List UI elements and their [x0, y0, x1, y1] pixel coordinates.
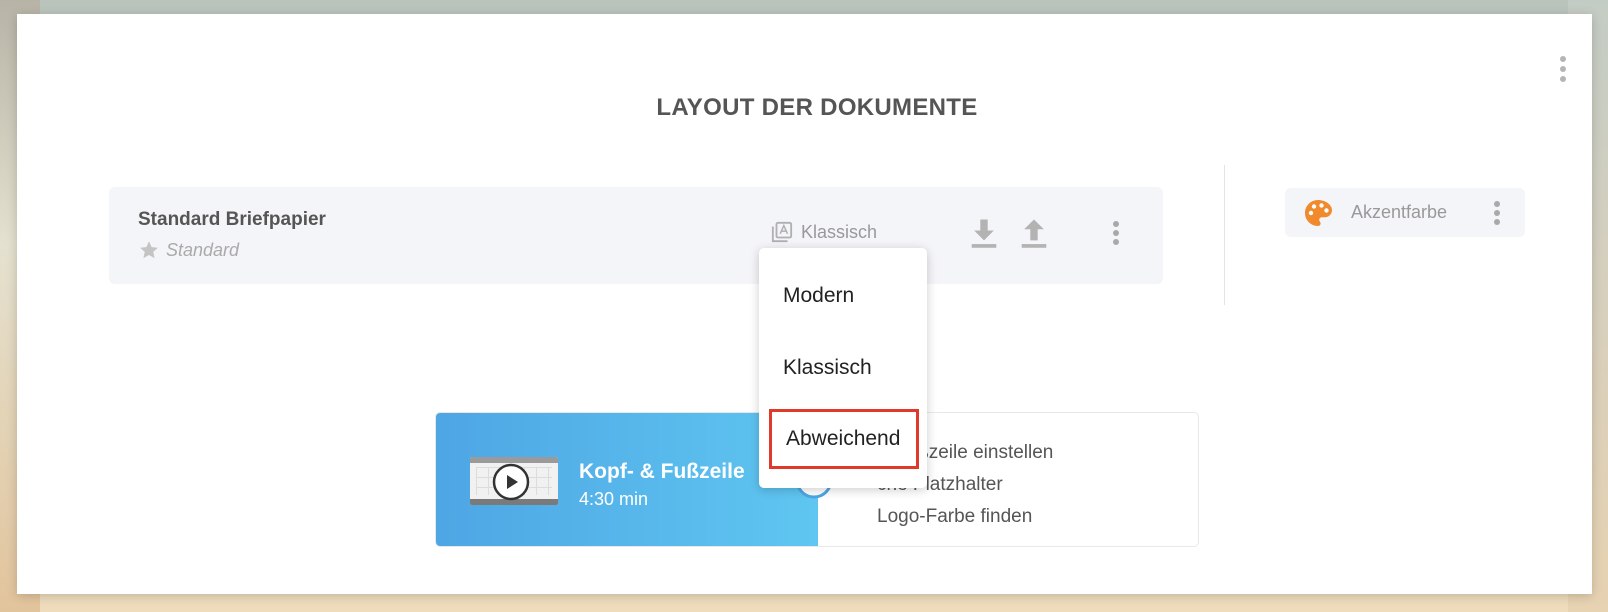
card-more-vertical-icon[interactable] [1555, 54, 1571, 84]
layout-default-indicator: Standard [138, 239, 239, 261]
accent-more-vertical-icon[interactable] [1491, 199, 1503, 227]
video-topic-item: Logo-Farbe finden [877, 506, 1033, 527]
style-select[interactable]: Klassisch [771, 221, 877, 243]
layout-name: Standard Briefpapier [138, 209, 326, 230]
accent-color-button[interactable]: Akzentfarbe [1285, 188, 1525, 237]
style-select-value: Klassisch [801, 221, 878, 242]
accent-color-label: Akzentfarbe [1351, 202, 1448, 222]
layout-subtitle: Standard [166, 239, 240, 260]
layout-row-standard-briefpapier[interactable]: Standard Briefpapier Standard Klassisch [109, 187, 1163, 284]
video-duration: 4:30 min [579, 489, 649, 509]
page-title: LAYOUT DER DOKUMENTE [656, 94, 978, 121]
dropdown-option-modern[interactable]: Modern [759, 268, 927, 324]
dropdown-option-abweichend[interactable]: Abweichend [769, 409, 919, 469]
style-dropdown-menu: Modern Klassisch Abweichend [759, 248, 927, 488]
layout-more-vertical-icon[interactable] [1110, 219, 1122, 247]
section-divider [1224, 165, 1225, 305]
play-icon [492, 463, 530, 501]
star-icon [140, 241, 158, 259]
dropdown-option-klassisch[interactable]: Klassisch [759, 340, 927, 396]
upload-icon[interactable] [1019, 217, 1049, 249]
download-icon[interactable] [969, 217, 999, 249]
layout-icon [771, 221, 793, 243]
palette-icon [1305, 200, 1332, 226]
document-layout-card: LAYOUT DER DOKUMENTE Standard Briefpapie… [17, 14, 1592, 594]
video-title: Kopf- & Fußzeile [579, 460, 745, 483]
